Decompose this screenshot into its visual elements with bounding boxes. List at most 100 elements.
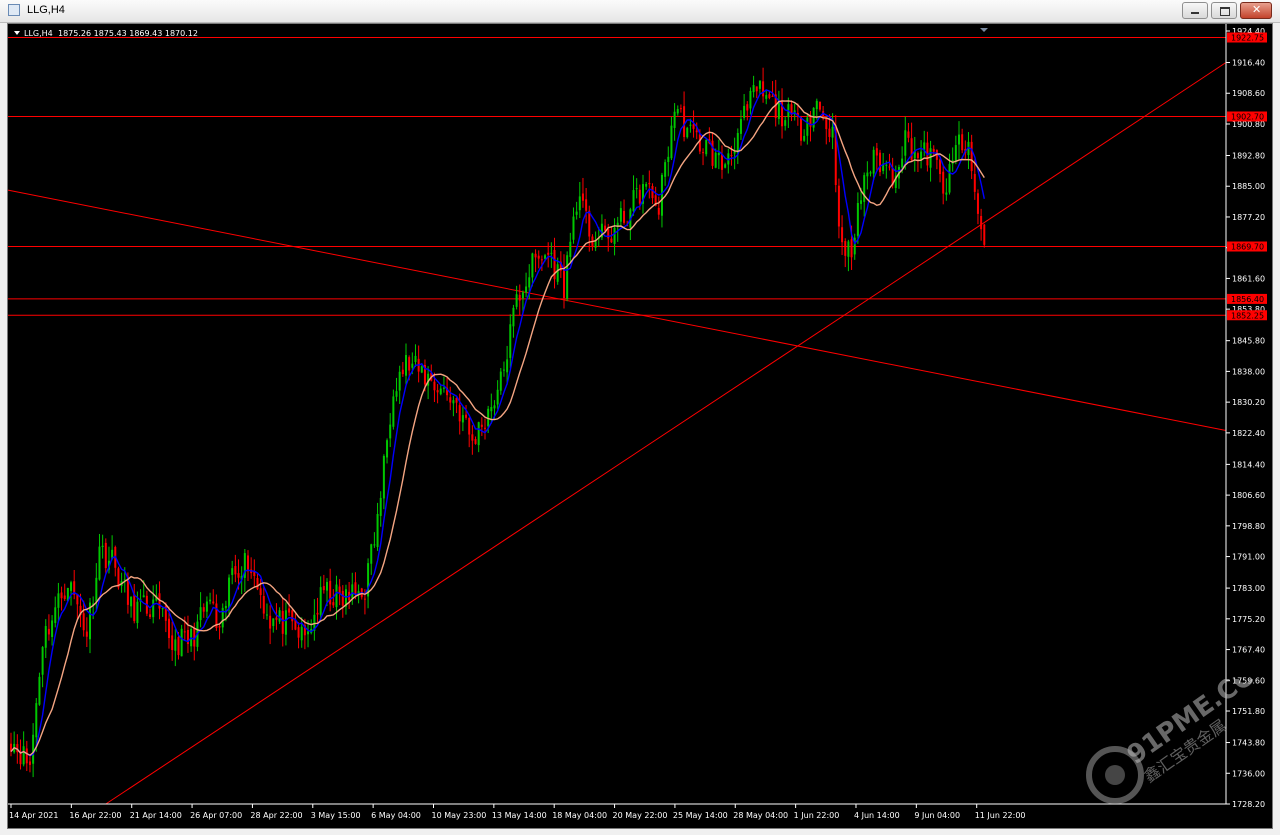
candle-body [803, 135, 806, 141]
candle-body [177, 637, 180, 656]
candle-body [171, 635, 174, 651]
candle-body [433, 381, 436, 391]
candle-body [354, 582, 357, 594]
chart-dropdown-icon[interactable] [14, 31, 20, 35]
candle-body [540, 259, 543, 261]
price-tick-label: 1830.20 [1232, 398, 1265, 407]
candle-body [679, 108, 682, 110]
candle-body [664, 162, 667, 177]
candle-body [525, 286, 528, 293]
candle-body [199, 607, 202, 621]
candle-body [291, 610, 294, 622]
price-tick-label: 1775.20 [1232, 615, 1265, 624]
candle-body [544, 255, 547, 259]
candle-body [41, 647, 44, 675]
candle-body [130, 596, 133, 607]
candle-body [983, 224, 986, 245]
time-tick-label: 16 Apr 22:00 [69, 811, 121, 820]
candle-body [405, 355, 407, 376]
candle-body [493, 405, 496, 409]
candle-body [57, 593, 60, 608]
candle-body [452, 400, 455, 404]
candle-body [689, 124, 692, 126]
candle-body [136, 601, 139, 624]
candle-body [370, 544, 373, 564]
candle-body [477, 422, 480, 446]
candle-body [414, 355, 417, 363]
candle-body [35, 703, 38, 738]
candle-body [837, 185, 840, 227]
candle-body [528, 277, 531, 288]
candle-body [875, 148, 878, 156]
candle-body [961, 134, 964, 151]
candle-body [499, 371, 502, 391]
candle-body [585, 199, 588, 211]
candle-body [698, 134, 701, 152]
candle-body [916, 153, 919, 159]
candle-body [395, 391, 398, 397]
candle-body [439, 388, 442, 395]
time-tick-label: 11 Jun 22:00 [975, 811, 1026, 820]
candle-body [224, 605, 227, 609]
candle-body [572, 216, 575, 240]
candle-body [205, 601, 208, 612]
candle-body [714, 152, 717, 168]
candle-body [70, 582, 73, 591]
candle-body [569, 241, 572, 257]
candle-body [209, 599, 212, 602]
candle-body [307, 631, 310, 635]
candle-body [341, 591, 344, 606]
candle-body [231, 568, 234, 575]
candle-body [54, 607, 57, 624]
level-price-tag-label: 1856.40 [1231, 295, 1264, 304]
candle-body [635, 188, 638, 190]
time-tick-label: 14 Apr 2021 [9, 811, 58, 820]
candle-body [632, 190, 635, 212]
candle-body [721, 154, 723, 170]
candle-body [638, 189, 641, 204]
candle-body [234, 566, 237, 575]
candle-body [85, 631, 88, 637]
close-button[interactable] [1240, 2, 1272, 19]
candle-body [692, 124, 695, 129]
candle-body [980, 216, 983, 230]
price-tick-label: 1806.60 [1232, 491, 1265, 500]
candle-body [515, 294, 518, 307]
candle-body [518, 294, 521, 301]
price-tick-label: 1814.40 [1232, 460, 1265, 469]
candle-body [474, 439, 477, 444]
candle-body [945, 192, 948, 195]
price-tick-label: 1908.60 [1232, 89, 1265, 98]
candle-body [161, 608, 164, 610]
price-tick-label: 1885.00 [1232, 182, 1265, 191]
time-tick-label: 3 May 15:00 [311, 811, 361, 820]
chart-area[interactable]: 1924.40 1916.40 1908.60 1900.80 1892.80 1885.… [7, 23, 1273, 829]
candle-body [613, 227, 616, 244]
level-price-tag-label: 1922.75 [1231, 34, 1264, 43]
candle-body [183, 631, 186, 633]
time-tick-label: 1 Jun 22:00 [794, 811, 840, 820]
candle-body [755, 86, 758, 92]
price-tick-label: 1751.80 [1232, 707, 1265, 716]
maximize-button[interactable] [1211, 2, 1237, 19]
candle-body [25, 748, 28, 764]
candle-body [51, 620, 54, 638]
candle-body [651, 185, 654, 199]
candle-body [844, 241, 847, 256]
candle-body [645, 183, 648, 187]
candle-body [101, 545, 104, 547]
candle-body [619, 208, 622, 222]
candle-body [278, 610, 281, 622]
candle-body [382, 455, 385, 499]
candle-body [411, 363, 414, 368]
candle-body [521, 292, 524, 299]
candle-body [667, 156, 670, 162]
minimize-button[interactable] [1182, 2, 1208, 19]
candle-body [480, 424, 483, 427]
candle-body [484, 427, 486, 429]
price-chart[interactable]: 1924.401916.401908.601900.801892.801885.… [8, 24, 1272, 828]
candle-body [496, 389, 499, 405]
candle-body [142, 595, 145, 598]
candle-body [901, 158, 904, 168]
candle-body [82, 613, 85, 631]
